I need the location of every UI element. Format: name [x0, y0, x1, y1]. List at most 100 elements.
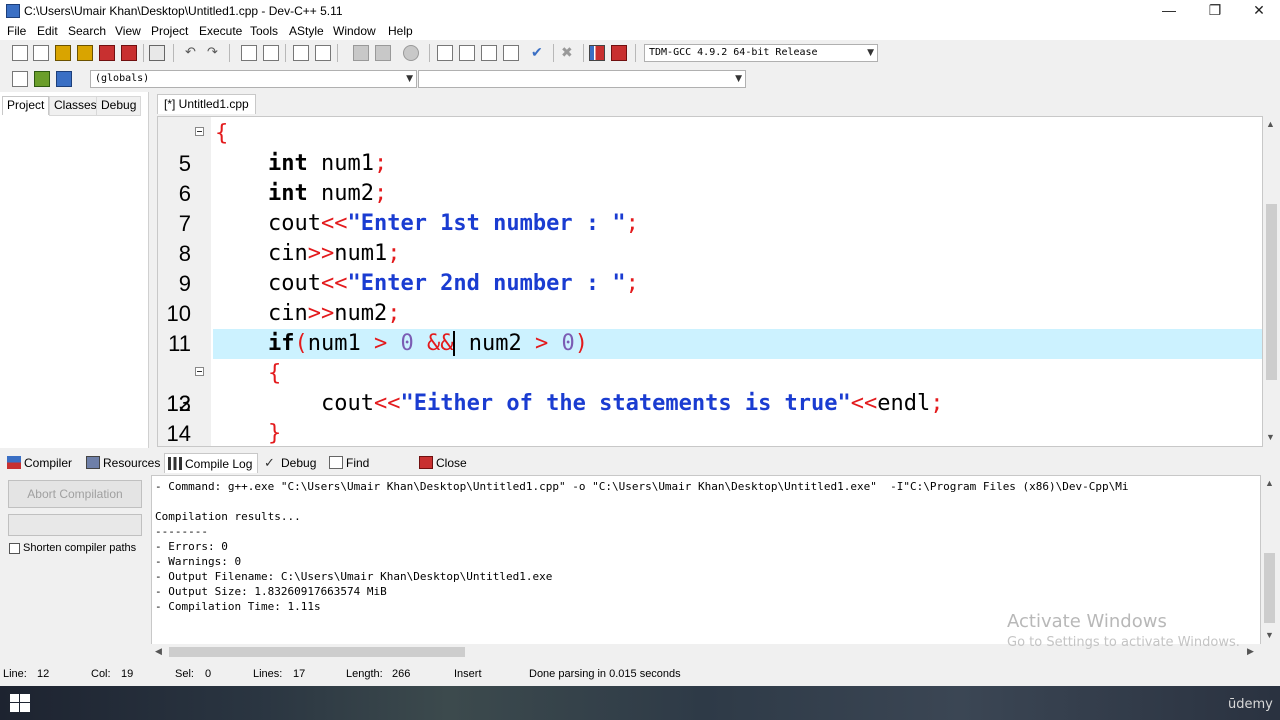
restore-icon[interactable]: ❐: [1192, 0, 1238, 22]
redo-icon[interactable]: ↷: [207, 45, 223, 61]
menu-file[interactable]: File: [7, 24, 26, 38]
close-window-icon[interactable]: ✕: [1236, 0, 1280, 22]
minimize-icon[interactable]: —: [1146, 0, 1192, 22]
toolbar-separator: [583, 44, 584, 62]
tab-compiler[interactable]: Compiler: [4, 453, 82, 473]
menu-search[interactable]: Search: [68, 24, 106, 38]
menu-edit[interactable]: Edit: [37, 24, 58, 38]
scrollbar-thumb[interactable]: [1264, 553, 1275, 623]
toolbar-separator: [143, 44, 144, 62]
replace-icon[interactable]: [263, 45, 279, 61]
compiler-grid-icon: [7, 456, 21, 469]
status-lines-value: 17: [293, 668, 306, 680]
left-panel: [0, 92, 149, 448]
code-text: int num1;: [267, 151, 388, 176]
close-file-icon[interactable]: [99, 45, 115, 61]
profile-icon[interactable]: [589, 45, 605, 61]
tab-debug[interactable]: Debug: [96, 96, 142, 116]
undo-icon[interactable]: ↶: [185, 45, 201, 61]
tab-close[interactable]: Close: [416, 453, 470, 473]
editor-tab-untitled1[interactable]: [*] Untitled1.cpp: [157, 94, 256, 114]
status-bar: Line: 12 Col: 19 Sel: 0 Lines: 17 Length…: [0, 665, 1280, 685]
indent-icon[interactable]: [353, 45, 369, 61]
syntax-check-icon[interactable]: ✔: [531, 45, 547, 61]
code-line: 8 cout<<"Enter 1st number : ";: [158, 209, 1262, 266]
scroll-down-icon[interactable]: ▼: [1265, 630, 1274, 640]
rebuild-icon[interactable]: [503, 45, 519, 61]
code-line: 13 {: [158, 359, 1262, 416]
tab-debug-bottom[interactable]: ✓ Debug: [261, 453, 321, 473]
menu-window[interactable]: Window: [333, 24, 376, 38]
shorten-paths-checkbox[interactable]: [9, 543, 20, 554]
scope-select[interactable]: (globals) ▼: [90, 70, 417, 88]
scroll-down-icon[interactable]: ▼: [1266, 432, 1275, 442]
status-sel-value: 0: [205, 668, 212, 680]
compiler-select[interactable]: TDM-GCC 4.9.2 64-bit Release ▼: [644, 44, 878, 62]
scroll-up-icon[interactable]: ▲: [1266, 119, 1275, 129]
menu-astyle[interactable]: AStyle: [289, 24, 324, 38]
code-text: cin>>num2;: [215, 301, 401, 326]
unindent-icon[interactable]: [375, 45, 391, 61]
goto-line-icon[interactable]: [293, 45, 309, 61]
log-line: - Errors: 0: [155, 540, 228, 553]
new-file-icon[interactable]: [12, 45, 28, 61]
abort-compilation-button[interactable]: Abort Compilation: [8, 480, 142, 508]
toggle-comment-icon[interactable]: [403, 45, 419, 61]
code-line: 15 }: [158, 419, 1262, 446]
code-line: 6 int num1;: [158, 149, 1262, 206]
code-text: {: [267, 361, 282, 386]
scroll-left-icon[interactable]: ◀: [155, 646, 162, 657]
scroll-up-icon[interactable]: ▲: [1265, 478, 1274, 488]
menu-execute[interactable]: Execute: [199, 24, 242, 38]
fold-toggle-icon[interactable]: [195, 127, 204, 136]
code-text: {: [215, 121, 229, 146]
chevron-down-icon: ▼: [406, 74, 413, 84]
log-vertical-scrollbar[interactable]: ▲ ▼: [1261, 475, 1278, 645]
find-icon[interactable]: [241, 45, 257, 61]
tab-project[interactable]: Project: [2, 96, 50, 115]
open-file-icon[interactable]: [33, 45, 49, 61]
print-icon[interactable]: [149, 45, 165, 61]
debug-check-icon: ✓: [264, 455, 275, 470]
menu-tools[interactable]: Tools: [250, 24, 278, 38]
tab-compile-log[interactable]: Compile Log: [164, 453, 258, 473]
menu-project[interactable]: Project: [151, 24, 188, 38]
tab-close-label: Close: [436, 456, 467, 470]
close-all-icon[interactable]: [121, 45, 137, 61]
scroll-right-icon[interactable]: ▶: [1247, 646, 1254, 657]
windows-start-icon[interactable]: [10, 694, 30, 712]
log-line: - Compilation Time: 1.11s: [155, 600, 321, 613]
tab-find-results[interactable]: Find Results: [326, 453, 412, 490]
log-line: --------: [155, 525, 208, 538]
tab-compiler-label: Compiler: [24, 456, 73, 470]
run-icon[interactable]: [459, 45, 475, 61]
compile-run-icon[interactable]: [481, 45, 497, 61]
status-length-label: Length:: [346, 668, 383, 680]
stop-execution-icon[interactable]: ✖: [561, 45, 577, 61]
code-line: 9 cin>>num1;: [158, 239, 1262, 296]
save-icon[interactable]: [55, 45, 71, 61]
editor-vertical-scrollbar[interactable]: ▲ ▼: [1263, 116, 1280, 447]
code-text: cout<<"Either of the statements is true"…: [215, 391, 944, 416]
compile-icon[interactable]: [437, 45, 453, 61]
insert-icon[interactable]: [12, 71, 28, 87]
status-line-value: 12: [37, 668, 50, 680]
menu-help[interactable]: Help: [388, 24, 413, 38]
fold-toggle-icon[interactable]: [195, 367, 204, 376]
tab-classes[interactable]: Classes: [49, 96, 102, 116]
bookmark-icon[interactable]: [315, 45, 331, 61]
title-bar: C:\Users\Umair Khan\Desktop\Untitled1.cp…: [0, 0, 1280, 22]
code-editor[interactable]: 5 { 6 int num1; 7 int num2; 8 cout<<"Ent…: [157, 116, 1263, 447]
menu-view[interactable]: View: [115, 24, 141, 38]
goto-definition-icon[interactable]: [56, 71, 72, 87]
tab-resources[interactable]: Resources: [83, 453, 163, 473]
save-all-icon[interactable]: [77, 45, 93, 61]
member-select[interactable]: ▼: [418, 70, 746, 88]
scrollbar-thumb[interactable]: [1266, 204, 1277, 380]
delete-profile-icon[interactable]: [611, 45, 627, 61]
tab-debug-label: Debug: [281, 456, 317, 470]
log-line: - Warnings: 0: [155, 555, 242, 568]
goto-declaration-icon[interactable]: [34, 71, 50, 87]
scrollbar-thumb[interactable]: [169, 647, 465, 657]
code-line: 14 cout<<"Either of the statements is tr…: [158, 389, 1262, 446]
